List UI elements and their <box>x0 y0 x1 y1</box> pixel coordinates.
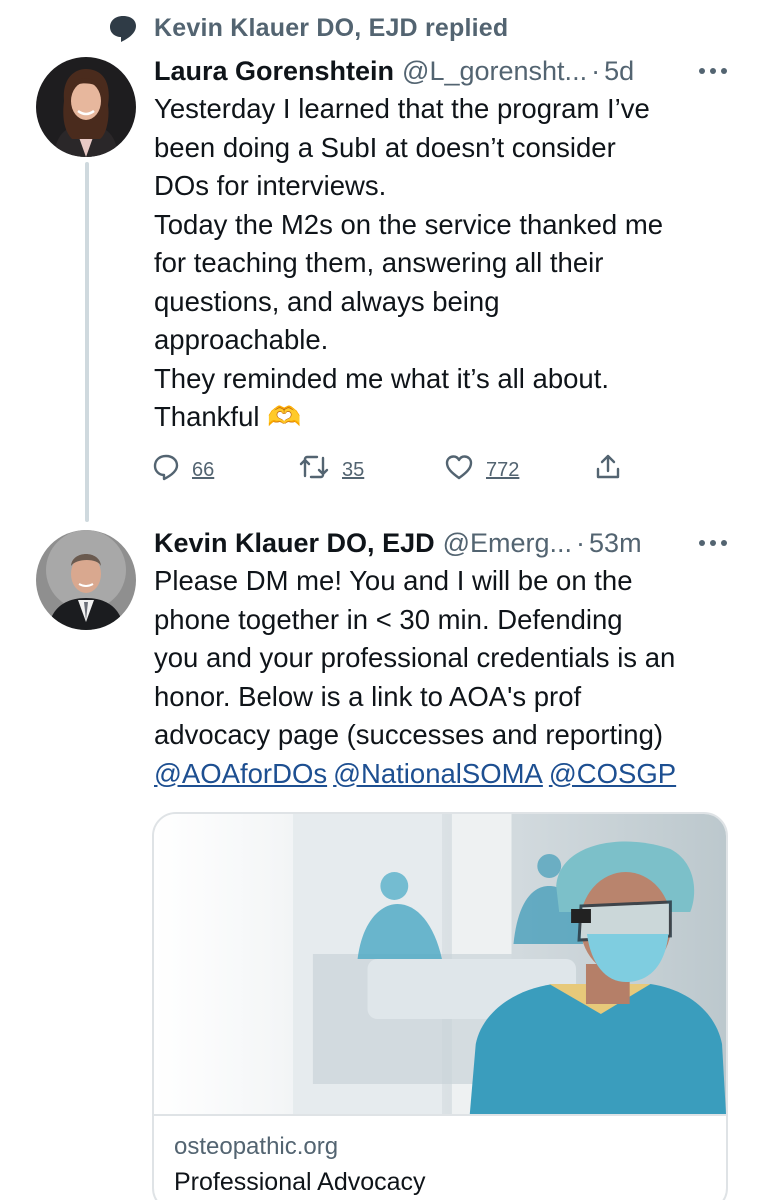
retweet-button[interactable]: 35 <box>298 452 364 488</box>
card-image[interactable] <box>154 814 726 1114</box>
like-count: 772 <box>486 458 520 481</box>
tweet-actions: 66 35 772 <box>152 452 632 488</box>
tweet-line: Please DM me! You and I will be on the <box>154 565 633 596</box>
tweet-timestamp[interactable]: 53m <box>589 528 642 559</box>
author-name[interactable]: Laura Gorenshtein <box>154 56 394 87</box>
more-options-icon[interactable] <box>698 56 734 86</box>
card-footer[interactable]: osteopathic.org Professional Advocacy <box>154 1114 726 1200</box>
retweet-icon <box>298 453 330 487</box>
link-preview-card[interactable]: osteopathic.org Professional Advocacy <box>152 812 728 1200</box>
reply-icon <box>152 453 180 487</box>
retweet-count: 35 <box>342 458 365 481</box>
tweet-line: you and your professional credentials is… <box>154 642 676 673</box>
avatar-laura[interactable] <box>36 57 136 157</box>
mention-link-nationalsoma[interactable]: @NationalSOMA <box>333 758 543 789</box>
tweet-line: honor. Below is a link to AOA's prof <box>154 680 582 712</box>
share-icon <box>594 453 622 487</box>
author-handle[interactable]: @Emerg... <box>443 528 572 559</box>
tweet-line: Yesterday I learned that the program I’v… <box>154 93 650 124</box>
tweet-line: They reminded me what it’s all about. <box>154 362 609 394</box>
separator-dot: · <box>576 527 586 558</box>
share-button[interactable] <box>594 452 622 488</box>
thread-connector-line <box>85 162 89 522</box>
tweet-line: advocacy page (successes and reporting) <box>154 719 664 750</box>
tweet-line: been doing a SubI at doesn’t consider <box>154 131 616 163</box>
mention-link-cosgp[interactable]: @COSGP <box>549 758 676 789</box>
card-domain: osteopathic.org <box>174 1133 339 1160</box>
reply-button[interactable]: 66 <box>152 452 214 488</box>
replied-label: Kevin Klauer DO, EJD replied <box>154 13 509 42</box>
tweet-line: phone together in < 30 min. Defending <box>154 603 623 635</box>
tweet-header: Kevin Klauer DO, EJD @Emerg... · 53m <box>154 524 734 562</box>
more-options-icon[interactable] <box>698 528 734 558</box>
tweet-original[interactable]: Laura Gorenshtein @L_gorensht... · 5d Ye… <box>154 52 734 437</box>
tweet-header: Laura Gorenshtein @L_gorensht... · 5d <box>154 52 734 90</box>
tweet-line: Today the M2s on the service thanked me <box>154 208 664 240</box>
tweet-text: Please DM me! You and I will be on the p… <box>154 562 734 793</box>
tweet-line: DOs for interviews. <box>154 170 387 201</box>
card-title: Professional Advocacy <box>174 1168 426 1196</box>
tweet-text: Yesterday I learned that the program I’v… <box>154 90 734 437</box>
tweet-line: approachable. <box>154 324 329 355</box>
separator-dot: · <box>591 55 601 86</box>
tweet-line: Thankful 🫶 <box>154 401 302 432</box>
heart-icon <box>444 453 474 487</box>
tweet-reply[interactable]: Kevin Klauer DO, EJD @Emerg... · 53m Ple… <box>154 524 734 793</box>
avatar-kevin[interactable] <box>36 530 136 630</box>
mention-link-aoa[interactable]: @AOAforDOs <box>154 758 327 789</box>
author-handle[interactable]: @L_gorensht... <box>402 56 587 87</box>
reply-context: Kevin Klauer DO, EJD replied <box>108 10 508 46</box>
like-button[interactable]: 772 <box>444 452 519 488</box>
reply-count: 66 <box>192 458 215 481</box>
tweet-line: questions, and always being <box>154 285 500 317</box>
author-name[interactable]: Kevin Klauer DO, EJD <box>154 528 435 559</box>
mentions-line: @AOAforDOs @NationalSOMA @COSGP <box>154 755 734 794</box>
tweet-line: for teaching them, answering all their <box>154 247 604 278</box>
speech-bubble-icon <box>108 13 138 43</box>
tweet-timestamp[interactable]: 5d <box>604 56 634 87</box>
